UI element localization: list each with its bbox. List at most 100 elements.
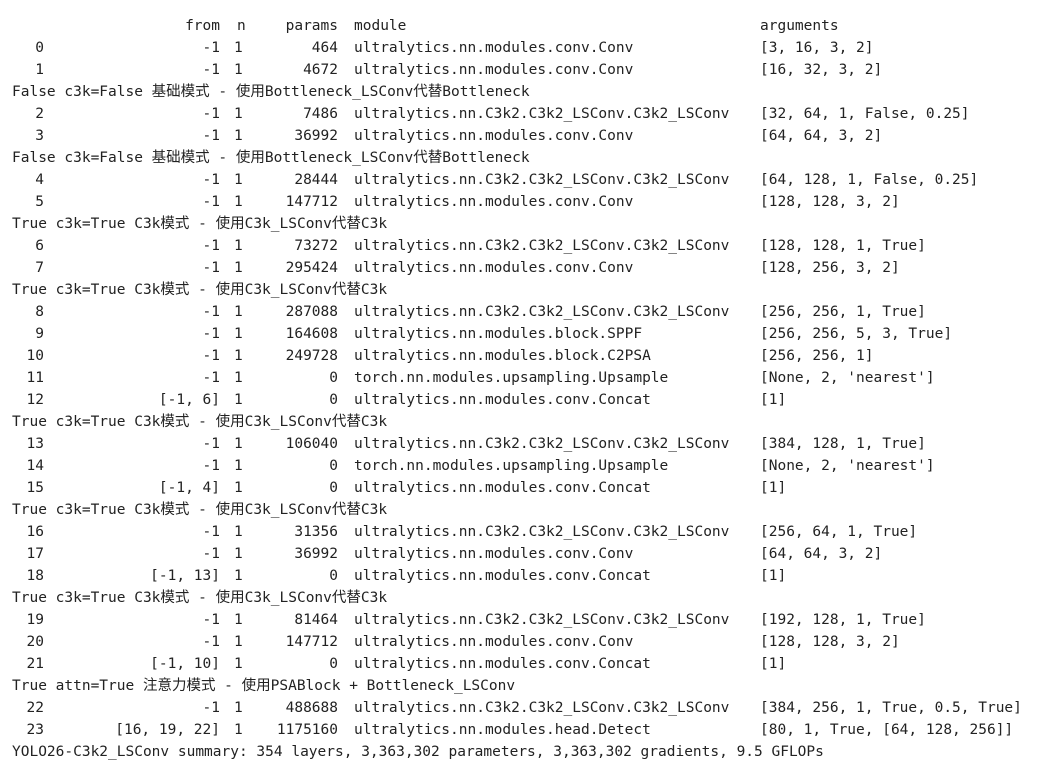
layer-module: ultralytics.nn.modules.conv.Conv <box>354 62 634 78</box>
output-lines: 0 -1 1 464 ultralytics.nn.modules.conv.Conv[… <box>0 37 1038 741</box>
layer-params: 1175160 <box>276 722 338 738</box>
layer-index: 15 <box>26 480 44 496</box>
layer-arguments: [384, 256, 1, True, 0.5, True] <box>760 700 1022 716</box>
layer-arguments: [80, 1, True, [64, 128, 256]] <box>760 722 1014 738</box>
table-row: 20 -1 1 147712 ultralytics.nn.modules.conv.C… <box>0 631 1038 653</box>
layer-from: -1 <box>202 700 220 716</box>
layer-module: ultralytics.nn.C3k2.C3k2_LSConv.C3k2_LSC… <box>354 106 730 122</box>
layer-params: 147712 <box>285 194 338 210</box>
layer-arguments: [128, 128, 3, 2] <box>760 634 900 650</box>
layer-n: 1 <box>234 480 243 496</box>
layer-from: -1 <box>202 546 220 562</box>
layer-params: 36992 <box>294 546 338 562</box>
table-row: 4 -1 1 28444 ultralytics.nn.C3k2.C3k2_LSConv… <box>0 169 1038 191</box>
layer-arguments: [128, 128, 1, True] <box>760 238 926 254</box>
layer-n: 1 <box>234 238 243 254</box>
table-row: 2 -1 1 7486 ultralytics.nn.C3k2.C3k2_LSConv.… <box>0 103 1038 125</box>
layer-index: 22 <box>26 700 44 716</box>
layer-n: 1 <box>234 458 243 474</box>
layer-n: 1 <box>234 194 243 210</box>
layer-index: 10 <box>26 348 44 364</box>
table-row: 21 [-1, 10] 1 0 ultralytics.nn.modules.conv.… <box>0 653 1038 675</box>
table-row: 14 -1 1 0 torch.nn.modules.upsampling.Upsamp… <box>0 455 1038 477</box>
layer-module: ultralytics.nn.modules.conv.Conv <box>354 128 634 144</box>
log-message: True c3k=True C3k模式 - 使用C3k_LSConv代替C3k <box>12 282 388 298</box>
table-row: 10 -1 1 249728 ultralytics.nn.modules.block.… <box>0 345 1038 367</box>
layer-index: 12 <box>26 392 44 408</box>
layer-index: 9 <box>35 326 44 342</box>
layer-module: torch.nn.modules.upsampling.Upsample <box>354 370 669 386</box>
layer-n: 1 <box>234 656 243 672</box>
layer-arguments: [None, 2, 'nearest'] <box>760 370 935 386</box>
layer-index: 13 <box>26 436 44 452</box>
layer-from: -1 <box>202 326 220 342</box>
layer-module: ultralytics.nn.modules.block.C2PSA <box>354 348 651 364</box>
layer-n: 1 <box>234 348 243 364</box>
layer-module: ultralytics.nn.modules.conv.Concat <box>354 480 651 496</box>
header-params: params <box>285 18 338 34</box>
layer-arguments: [64, 64, 3, 2] <box>760 546 883 562</box>
layer-module: ultralytics.nn.C3k2.C3k2_LSConv.C3k2_LSC… <box>354 700 730 716</box>
layer-params: 287088 <box>285 304 338 320</box>
layer-from: -1 <box>202 40 220 56</box>
layer-from: -1 <box>202 634 220 650</box>
layer-n: 1 <box>234 612 243 628</box>
layer-module: ultralytics.nn.modules.conv.Conv <box>354 40 634 56</box>
layer-n: 1 <box>234 700 243 716</box>
layer-params: 106040 <box>285 436 338 452</box>
layer-index: 2 <box>35 106 44 122</box>
layer-from: -1 <box>202 172 220 188</box>
layer-index: 0 <box>35 40 44 56</box>
layer-arguments: [192, 128, 1, True] <box>760 612 926 628</box>
layer-params: 0 <box>329 656 338 672</box>
layer-n: 1 <box>234 62 243 78</box>
layer-arguments: [3, 16, 3, 2] <box>760 40 874 56</box>
layer-n: 1 <box>234 370 243 386</box>
layer-params: 0 <box>329 370 338 386</box>
layer-index: 21 <box>26 656 44 672</box>
header-from: from <box>185 18 220 34</box>
layer-n: 1 <box>234 722 243 738</box>
table-row: 12 [-1, 6] 1 0 ultralytics.nn.modules.conv.C… <box>0 389 1038 411</box>
layer-from: -1 <box>202 436 220 452</box>
layer-module: ultralytics.nn.modules.conv.Concat <box>354 568 651 584</box>
layer-index: 11 <box>26 370 44 386</box>
layer-arguments: [16, 32, 3, 2] <box>760 62 883 78</box>
layer-n: 1 <box>234 524 243 540</box>
table-row: 6 -1 1 73272 ultralytics.nn.C3k2.C3k2_LSConv… <box>0 235 1038 257</box>
layer-params: 73272 <box>294 238 338 254</box>
layer-module: ultralytics.nn.modules.conv.Conv <box>354 634 634 650</box>
layer-arguments: [1] <box>760 480 787 496</box>
layer-arguments: [32, 64, 1, False, 0.25] <box>760 106 970 122</box>
table-row: 1 -1 1 4672 ultralytics.nn.modules.conv.Conv… <box>0 59 1038 81</box>
layer-from: -1 <box>202 62 220 78</box>
layer-index: 19 <box>26 612 44 628</box>
layer-n: 1 <box>234 106 243 122</box>
layer-module: ultralytics.nn.C3k2.C3k2_LSConv.C3k2_LSC… <box>354 612 730 628</box>
layer-from: -1 <box>202 304 220 320</box>
layer-module: ultralytics.nn.C3k2.C3k2_LSConv.C3k2_LSC… <box>354 238 730 254</box>
layer-n: 1 <box>234 568 243 584</box>
layer-arguments: [64, 64, 3, 2] <box>760 128 883 144</box>
log-message: True c3k=True C3k模式 - 使用C3k_LSConv代替C3k <box>12 216 388 232</box>
log-message: True c3k=True C3k模式 - 使用C3k_LSConv代替C3k <box>12 414 388 430</box>
layer-arguments: [None, 2, 'nearest'] <box>760 458 935 474</box>
layer-params: 0 <box>329 568 338 584</box>
layer-arguments: [256, 256, 1, True] <box>760 304 926 320</box>
header-module: module <box>354 18 407 34</box>
layer-n: 1 <box>234 392 243 408</box>
layer-index: 18 <box>26 568 44 584</box>
layer-module: ultralytics.nn.modules.head.Detect <box>354 722 651 738</box>
log-message: False c3k=False 基础模式 - 使用Bottleneck_LSCo… <box>12 84 530 100</box>
table-row: 18 [-1, 13] 1 0 ultralytics.nn.modules.conv.… <box>0 565 1038 587</box>
log-message: True c3k=True C3k模式 - 使用C3k_LSConv代替C3k <box>12 502 388 518</box>
layer-index: 7 <box>35 260 44 276</box>
layer-from: [-1, 10] <box>150 656 220 672</box>
layer-module: ultralytics.nn.C3k2.C3k2_LSConv.C3k2_LSC… <box>354 172 730 188</box>
table-row: 9 -1 1 164608 ultralytics.nn.modules.block.S… <box>0 323 1038 345</box>
layer-params: 0 <box>329 392 338 408</box>
table-row: 0 -1 1 464 ultralytics.nn.modules.conv.Conv [… <box>0 37 1038 59</box>
table-row: 5 -1 1 147712 ultralytics.nn.modules.conv.Co… <box>0 191 1038 213</box>
layer-from: -1 <box>202 348 220 364</box>
table-row: 17 -1 1 36992 ultralytics.nn.modules.conv.Co… <box>0 543 1038 565</box>
